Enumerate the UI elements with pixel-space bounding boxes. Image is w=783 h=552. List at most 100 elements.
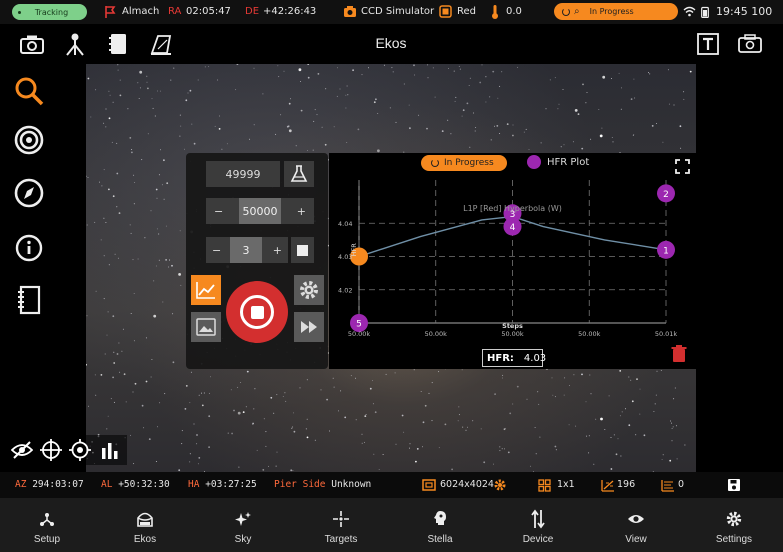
chart-toggle-button[interactable] <box>191 275 221 305</box>
hfr-chart[interactable]: 4.04 4.03 4.02 50.00k 50.00k 50.00k 50.00k 50.0… <box>329 153 697 369</box>
notebook-icon[interactable] <box>106 32 130 56</box>
guide-icon <box>600 477 616 493</box>
nav-device[interactable]: Device <box>500 498 576 552</box>
binning-value: 1x1 <box>557 479 575 490</box>
tracking-label: Tracking <box>34 7 69 17</box>
left-sidebar <box>0 64 86 472</box>
count-value: 0 <box>678 479 685 490</box>
stop-ring-icon <box>240 295 274 329</box>
stop-motion-button[interactable] <box>291 237 314 263</box>
settings-icon <box>726 510 742 528</box>
line-chart-icon <box>196 282 215 299</box>
focus-progress-pill[interactable]: ⌕ In Progress <box>554 3 678 20</box>
target-position-stepper[interactable]: − 50000 + <box>206 198 314 224</box>
thermometer-icon <box>492 5 498 19</box>
crosshair-icon[interactable] <box>40 439 62 461</box>
save-icon[interactable] <box>726 477 742 493</box>
hfr-value: 4.03 <box>523 352 547 364</box>
nav-setup[interactable]: Setup <box>9 498 85 552</box>
flat-icon[interactable] <box>149 32 173 56</box>
guide-value: 196 <box>617 479 636 490</box>
nav-settings-label: Settings <box>715 534 753 545</box>
camera-icon[interactable] <box>20 32 44 56</box>
target-position-input[interactable]: 50000 <box>239 198 281 224</box>
tracking-dot-icon <box>18 10 21 14</box>
nav-targets[interactable]: Targets <box>303 498 379 552</box>
coordinate-info-bar: AZ 294:03:07 AL +50:32:30 HA +03:27:25 P… <box>0 472 783 498</box>
text-overlay-icon[interactable] <box>696 32 720 56</box>
data-point-label: 3 <box>510 210 516 220</box>
y-tick-label: 4.04 <box>338 220 352 228</box>
info-icon[interactable] <box>14 233 44 263</box>
az-label: AZ <box>15 479 27 490</box>
compass-icon[interactable] <box>14 178 44 208</box>
step-count-input[interactable]: 3 <box>230 237 262 263</box>
nav-stella[interactable]: Stella <box>402 498 478 552</box>
nav-settings[interactable]: Settings <box>696 498 772 552</box>
nav-stella-label: Stella <box>427 534 453 545</box>
fast-forward-button[interactable] <box>294 312 324 342</box>
gear-icon[interactable] <box>492 477 508 493</box>
ra-value: 02:05:47 <box>186 6 231 17</box>
histogram-icon[interactable] <box>99 439 121 461</box>
x-tick-label: 50.00k <box>501 330 524 338</box>
gear-icon <box>300 281 318 299</box>
stella-icon <box>432 510 448 528</box>
spinner-icon <box>562 7 570 16</box>
tracking-status-pill[interactable]: Tracking <box>12 4 87 20</box>
hfr-label: HFR: <box>487 352 514 364</box>
setup-icon <box>39 510 55 528</box>
de-value: +42:26:43 <box>263 6 317 17</box>
frame-icon <box>421 477 437 493</box>
ha-label: HA <box>188 479 200 490</box>
hfr-readout: HFR: 4.03 <box>482 349 547 367</box>
focus-settings-button[interactable] <box>294 275 324 305</box>
x-tick-label: 50.00k <box>578 330 601 338</box>
hide-overlay-icon[interactable] <box>11 439 33 461</box>
nav-sky-label: Sky <box>234 534 252 545</box>
ha-value: +03:27:25 <box>205 479 257 490</box>
target-name: Almach <box>122 6 160 17</box>
log-icon[interactable] <box>14 285 44 315</box>
target-icon[interactable] <box>14 125 44 155</box>
search-icon[interactable] <box>14 76 44 106</box>
step-decrement-button[interactable]: − <box>212 244 221 257</box>
ra-label: RA <box>168 6 182 17</box>
stop-autofocus-button[interactable] <box>226 281 288 343</box>
nav-ekos[interactable]: Ekos <box>107 498 183 552</box>
ekos-icon <box>136 510 154 528</box>
pier-side-value: Unknown <box>331 479 372 490</box>
increment-button[interactable]: + <box>297 205 306 218</box>
targets-icon <box>333 510 349 528</box>
temperature-value: 0.0 <box>506 6 522 17</box>
decrement-button[interactable]: − <box>214 205 223 218</box>
view-icon <box>627 510 645 528</box>
nav-view[interactable]: View <box>598 498 674 552</box>
bottom-navigation: Setup Ekos Sky Targets Stella Device Vie… <box>0 498 783 552</box>
gps-fixed-icon[interactable] <box>69 439 91 461</box>
mount-icon[interactable] <box>63 32 87 56</box>
data-point-label: 5 <box>356 320 362 330</box>
chart-grid <box>358 180 667 324</box>
image-icon <box>196 318 216 336</box>
filter-icon <box>439 5 452 18</box>
step-count-stepper[interactable]: − 3 + <box>206 237 288 263</box>
nav-sky[interactable]: Sky <box>205 498 281 552</box>
y-tick-label: 4.02 <box>338 286 352 294</box>
resolution-value: 6024x4024 <box>440 479 494 490</box>
device-icon <box>530 509 546 529</box>
trash-icon[interactable] <box>671 345 687 363</box>
flask-icon <box>290 165 308 182</box>
app-title: Ekos <box>375 35 407 51</box>
az-value: 294:03:07 <box>32 479 84 490</box>
data-point-label: 2 <box>663 190 669 200</box>
screenshot-icon[interactable] <box>738 32 762 56</box>
focus-out-button[interactable] <box>284 161 314 187</box>
al-label: AL <box>101 479 113 490</box>
x-tick-label: 50.00k <box>425 330 448 338</box>
de-label: DE <box>245 6 260 17</box>
image-toggle-button[interactable] <box>191 312 221 342</box>
clock-time: 19:45 100 <box>716 5 773 18</box>
search-icon: ⌕ <box>574 6 580 17</box>
step-increment-button[interactable]: + <box>273 244 282 257</box>
